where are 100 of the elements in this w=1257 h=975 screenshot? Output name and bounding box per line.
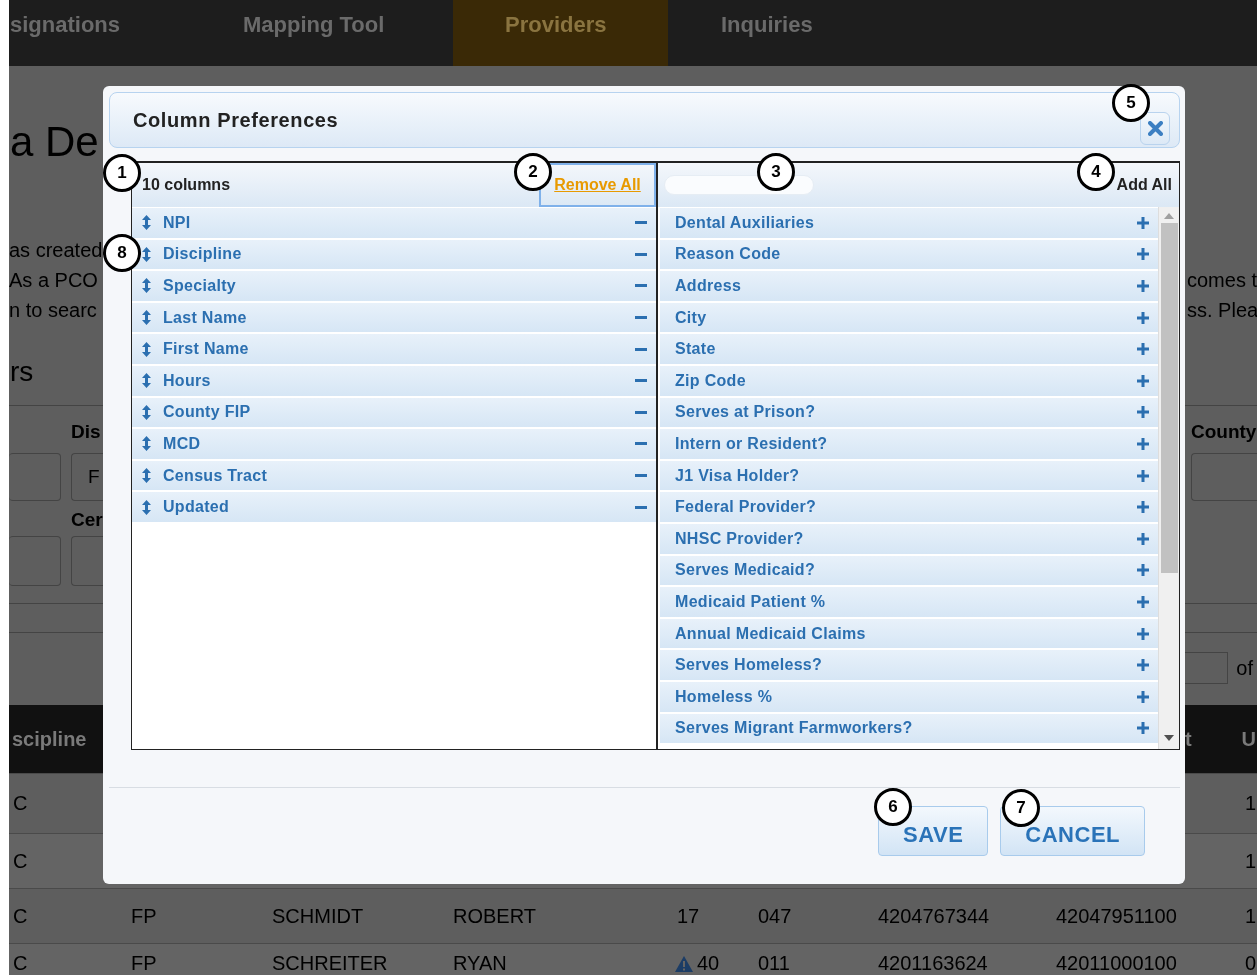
drag-handle-icon[interactable] — [142, 341, 151, 357]
pager-text: of — [1236, 656, 1253, 680]
selected-column-item[interactable]: Discipline — [132, 239, 656, 270]
plus-icon[interactable] — [1137, 532, 1149, 545]
selected-column-item[interactable]: County FIP — [132, 397, 656, 428]
plus-icon[interactable] — [1137, 343, 1149, 356]
drag-handle-icon[interactable] — [142, 468, 151, 484]
close-button[interactable] — [1140, 111, 1170, 145]
selected-column-item[interactable]: MCD — [132, 429, 656, 459]
available-column-item[interactable]: Homeless % — [660, 681, 1158, 712]
available-column-item[interactable]: Annual Medicaid Claims — [660, 618, 1158, 649]
table-cell-text: FP — [130, 904, 158, 928]
drag-handle-icon[interactable] — [142, 373, 151, 389]
nav-tab[interactable]: Providers — [453, 0, 668, 66]
column-header: U — [1241, 727, 1256, 751]
minus-icon[interactable] — [635, 505, 647, 509]
plus-icon[interactable] — [1137, 722, 1149, 735]
filter-label: County — [1191, 421, 1257, 443]
available-column-item[interactable]: State — [660, 334, 1158, 364]
selected-column-item[interactable]: Last Name — [132, 302, 656, 333]
available-column-item[interactable]: City — [660, 302, 1158, 333]
minus-icon[interactable] — [635, 410, 647, 414]
plus-icon[interactable] — [1137, 406, 1149, 419]
available-column-item[interactable]: Serves Medicaid? — [660, 555, 1158, 586]
drag-handle-icon[interactable] — [142, 310, 151, 326]
selected-column-item[interactable]: Specialty — [132, 271, 656, 301]
plus-icon[interactable] — [1137, 216, 1149, 229]
available-column-item[interactable]: J1 Visa Holder? — [660, 460, 1158, 491]
selected-column-item[interactable]: Census Tract — [132, 460, 656, 491]
filter-label: Cer — [71, 509, 103, 531]
scroll-up-icon[interactable] — [1164, 213, 1174, 219]
plus-icon[interactable] — [1137, 437, 1149, 450]
minus-icon[interactable] — [635, 347, 647, 351]
table-cell-text: 42047951100 — [1055, 904, 1178, 928]
selected-column-item[interactable]: First Name — [132, 334, 656, 364]
available-column-item[interactable]: NHSC Provider? — [660, 523, 1158, 554]
minus-icon[interactable] — [635, 316, 647, 320]
available-column-item[interactable]: Zip Code — [660, 365, 1158, 396]
available-column-item[interactable]: Intern or Resident? — [660, 429, 1158, 459]
minus-icon[interactable] — [635, 221, 647, 225]
plus-icon[interactable] — [1137, 248, 1149, 261]
available-column-item[interactable]: Address — [660, 271, 1158, 301]
available-column-item[interactable]: Reason Code — [660, 239, 1158, 270]
table-cell-text: 0 — [1244, 952, 1257, 975]
plus-icon[interactable] — [1137, 690, 1149, 703]
table-cell: 40 — [673, 952, 754, 975]
plus-icon[interactable] — [1137, 564, 1149, 577]
intro-text: comes t — [1187, 268, 1257, 293]
selected-column-item[interactable]: Hours — [132, 365, 656, 396]
table-cell-text: C — [12, 792, 29, 815]
table-cell-text: 42011000100 — [1055, 952, 1178, 975]
add-all-button[interactable]: Add All — [1116, 176, 1179, 194]
available-column-item[interactable]: Dental Auxiliaries — [660, 208, 1158, 238]
table-cell-text: 4201163624 — [877, 952, 989, 975]
selected-column-item[interactable]: Updated — [132, 492, 656, 522]
plus-icon[interactable] — [1137, 659, 1149, 672]
available-column-item[interactable]: Federal Provider? — [660, 492, 1158, 522]
drag-handle-icon[interactable] — [142, 499, 151, 515]
drag-handle-icon[interactable] — [142, 246, 151, 262]
table-cell-text: C — [12, 849, 29, 873]
available-column-item[interactable]: Serves Homeless? — [660, 650, 1158, 680]
plus-icon[interactable] — [1137, 595, 1149, 608]
nav-tab[interactable]: signations — [9, 0, 243, 66]
table-cell-text: 1 — [1244, 904, 1257, 928]
table-cell-text: RYAN — [452, 952, 508, 975]
section-heading: rs — [9, 355, 34, 389]
plus-icon[interactable] — [1137, 311, 1149, 324]
minus-icon[interactable] — [635, 474, 647, 478]
available-column-item[interactable]: Serves Migrant Farmworkers? — [660, 713, 1158, 744]
plus-icon[interactable] — [1137, 501, 1149, 514]
drag-handle-icon[interactable] — [142, 215, 151, 231]
nav-tab[interactable]: Inquiries — [668, 0, 813, 66]
minus-icon[interactable] — [635, 252, 647, 256]
available-column-item[interactable]: Medicaid Patient % — [660, 587, 1158, 617]
table-cell-text: FP — [130, 952, 158, 975]
column-header: scipline — [12, 727, 87, 751]
drag-handle-icon[interactable] — [142, 278, 151, 294]
scrollbar[interactable] — [1158, 207, 1179, 749]
minus-icon[interactable] — [635, 284, 647, 288]
minus-icon[interactable] — [635, 379, 647, 383]
table-cell-text: 4204767344 — [877, 904, 991, 928]
table-cell-text: 1 — [1244, 792, 1257, 815]
dialog-title: Column Preferences — [133, 108, 339, 132]
plus-icon[interactable] — [1137, 627, 1149, 640]
drag-handle-icon[interactable] — [142, 404, 151, 420]
selected-column-item[interactable]: NPI — [132, 208, 656, 238]
filter-field[interactable] — [1191, 453, 1257, 501]
plus-icon[interactable] — [1137, 280, 1149, 292]
drag-handle-icon[interactable] — [142, 436, 151, 452]
minus-icon[interactable] — [635, 442, 647, 446]
plus-icon[interactable] — [1137, 469, 1149, 482]
table-cell-text: 17 — [676, 904, 701, 928]
table-cell-text: SCHMIDT — [271, 904, 365, 928]
available-column-item[interactable]: Serves at Prison? — [660, 397, 1158, 428]
nav-tab[interactable]: Mapping Tool — [243, 0, 453, 66]
table-cell-text: SCHREITER — [271, 952, 389, 975]
close-icon — [1147, 120, 1163, 136]
scroll-down-icon[interactable] — [1164, 735, 1174, 741]
plus-icon[interactable] — [1137, 374, 1149, 387]
intro-text: as created — [9, 238, 103, 263]
